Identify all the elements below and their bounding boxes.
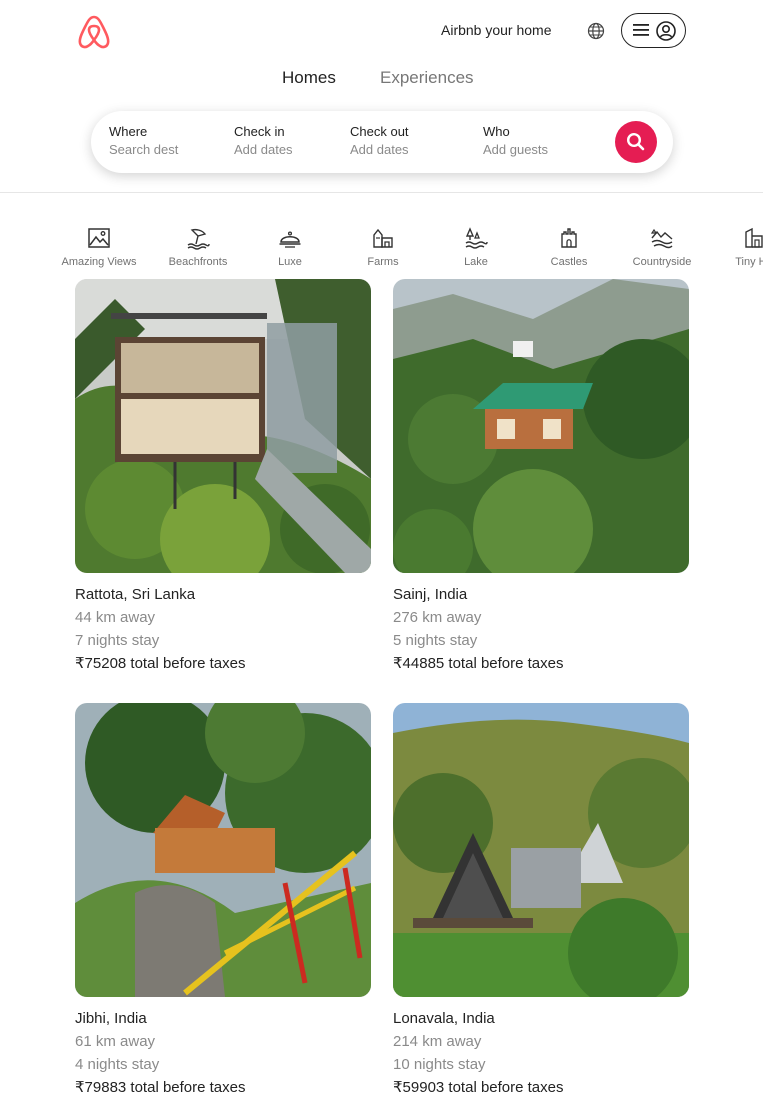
category-castles[interactable]: Castles — [519, 226, 619, 268]
checkout-value: Add dates — [350, 142, 409, 157]
category-beachfronts[interactable]: Beachfronts — [148, 226, 248, 268]
search-where[interactable]: Where Search dest — [109, 124, 178, 157]
listing-photo[interactable] — [75, 703, 371, 997]
category-label: Countryside — [632, 256, 692, 268]
menu-icon — [633, 24, 649, 36]
category-tiny-homes[interactable]: Tiny Ho — [704, 226, 763, 268]
checkin-label: Check in — [234, 124, 285, 139]
farm-icon — [373, 228, 393, 248]
listing-distance: 61 km away — [75, 1033, 156, 1050]
airbnb-logo[interactable] — [76, 13, 112, 51]
site-header: Airbnb your home Homes Experiences Where… — [0, 0, 763, 193]
listing-stay: 10 nights stay — [393, 1056, 486, 1073]
luxe-icon — [279, 231, 301, 248]
user-avatar-icon — [656, 21, 676, 41]
globe-icon[interactable] — [587, 22, 605, 40]
lake-icon — [465, 227, 488, 249]
tab-homes[interactable]: Homes — [282, 68, 336, 88]
search-button[interactable] — [615, 121, 657, 163]
mountain-view-icon — [88, 228, 110, 248]
airbnb-your-home-link[interactable]: Airbnb your home — [441, 22, 552, 38]
who-value: Add guests — [483, 142, 549, 157]
category-countryside[interactable]: Countryside — [612, 226, 712, 268]
category-label: Beachfronts — [168, 256, 228, 268]
search-who[interactable]: Who Add guests — [483, 124, 548, 157]
listing-stay: 7 nights stay — [75, 632, 160, 649]
listing-distance: 276 km away — [393, 609, 482, 626]
listing-distance: 44 km away — [75, 609, 156, 626]
listing-location: Rattota, Sri Lanka — [75, 586, 196, 603]
category-label: Amazing Views — [61, 256, 137, 268]
search-checkout[interactable]: Check out Add dates — [350, 124, 409, 157]
listing-photo[interactable] — [393, 703, 689, 997]
listing-card[interactable]: Lonavala, India 214 km away 10 nights st… — [393, 703, 689, 1099]
search-checkin[interactable]: Check in Add dates — [234, 124, 293, 157]
checkout-label: Check out — [350, 124, 409, 139]
user-menu-button[interactable] — [621, 13, 686, 48]
listing-price: ₹44885 total before taxes — [393, 655, 564, 672]
who-label: Who — [483, 124, 510, 139]
listing-photo[interactable] — [75, 279, 371, 573]
listing-stay: 5 nights stay — [393, 632, 478, 649]
tab-experiences[interactable]: Experiences — [380, 68, 474, 88]
category-luxe[interactable]: Luxe — [240, 226, 340, 268]
where-input[interactable]: Search dest — [109, 142, 178, 157]
checkin-value: Add dates — [234, 142, 293, 157]
listing-price: ₹75208 total before taxes — [75, 655, 246, 672]
tiny-home-icon — [745, 227, 763, 248]
listing-location: Jibhi, India — [75, 1010, 147, 1027]
listing-card[interactable]: Rattota, Sri Lanka 44 km away 7 nights s… — [75, 279, 371, 675]
category-label: Lake — [464, 256, 488, 268]
category-label: Castles — [550, 256, 588, 268]
castle-icon — [561, 228, 577, 248]
listing-card[interactable]: Sainj, India 276 km away 5 nights stay ₹… — [393, 279, 689, 675]
category-label: Tiny Ho — [735, 256, 763, 268]
listing-price: ₹59903 total before taxes — [393, 1079, 564, 1096]
listing-location: Sainj, India — [393, 586, 468, 603]
category-label: Luxe — [278, 256, 302, 268]
search-bar: Where Search dest Check in Add dates Che… — [91, 111, 673, 173]
countryside-icon — [650, 228, 673, 249]
listing-distance: 214 km away — [393, 1033, 482, 1050]
listing-stay: 4 nights stay — [75, 1056, 160, 1073]
listing-photo[interactable] — [393, 279, 689, 573]
beach-icon — [187, 228, 210, 250]
category-amazing-views[interactable]: Amazing Views — [49, 226, 149, 268]
category-lake[interactable]: Lake — [426, 226, 526, 268]
listing-location: Lonavala, India — [393, 1010, 495, 1027]
listing-card[interactable]: Jibhi, India 61 km away 4 nights stay ₹7… — [75, 703, 371, 1099]
listing-price: ₹79883 total before taxes — [75, 1079, 246, 1096]
category-label: Farms — [367, 256, 399, 268]
where-label: Where — [109, 124, 148, 139]
category-farms[interactable]: Farms — [333, 226, 433, 268]
search-icon — [626, 132, 645, 151]
